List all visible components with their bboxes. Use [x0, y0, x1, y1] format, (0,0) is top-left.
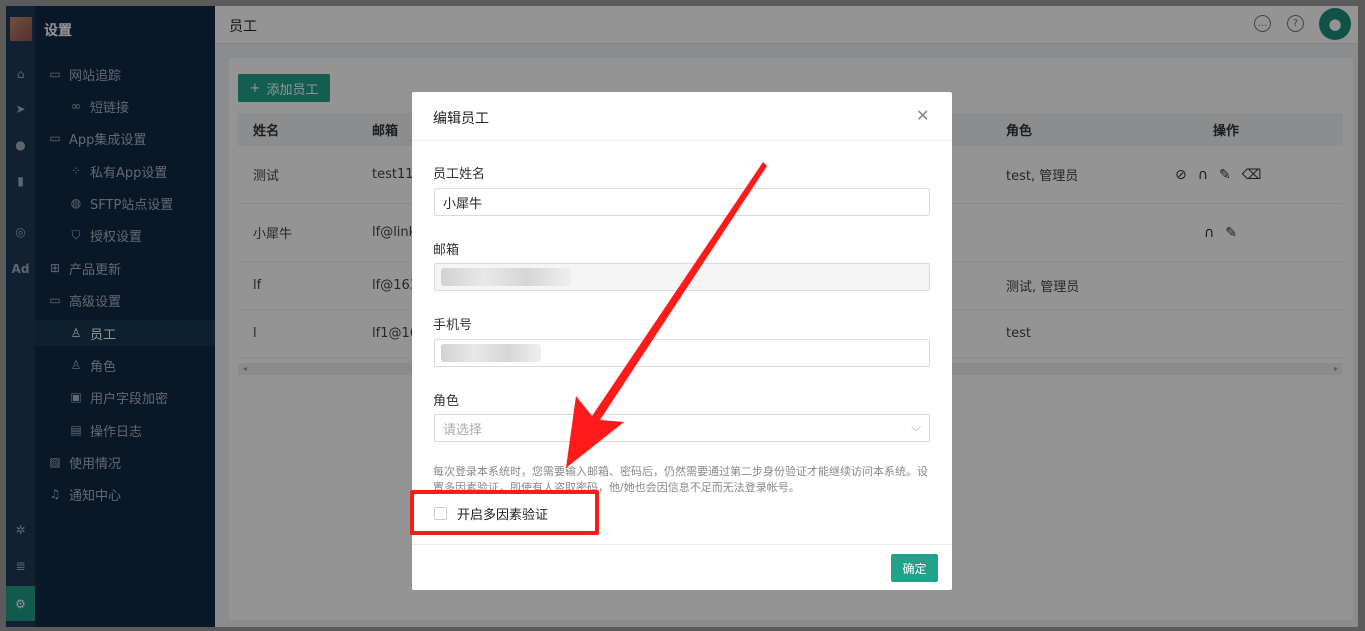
- dialog-title: 编辑员工: [433, 111, 489, 127]
- redacted-email: [441, 268, 571, 286]
- name-field[interactable]: 小犀牛: [434, 188, 930, 216]
- chevron-down-icon: ⌵: [911, 420, 921, 435]
- confirm-button[interactable]: 确定: [891, 554, 938, 582]
- close-icon[interactable]: ✕: [916, 106, 929, 125]
- role-label: 角色: [433, 394, 460, 409]
- phone-label: 手机号: [433, 318, 473, 333]
- role-select[interactable]: 请选择 ⌵: [434, 414, 930, 442]
- role-select-placeholder: 请选择: [443, 422, 483, 438]
- email-label: 邮箱: [433, 243, 460, 258]
- dialog-header: 编辑员工 ✕: [412, 92, 952, 141]
- name-label: 员工姓名: [433, 167, 486, 182]
- email-field: [434, 263, 930, 291]
- dialog-footer: 确定: [412, 544, 952, 590]
- redacted-phone: [441, 344, 541, 362]
- annotation-highlight-box: [410, 490, 599, 535]
- phone-field[interactable]: [434, 339, 930, 367]
